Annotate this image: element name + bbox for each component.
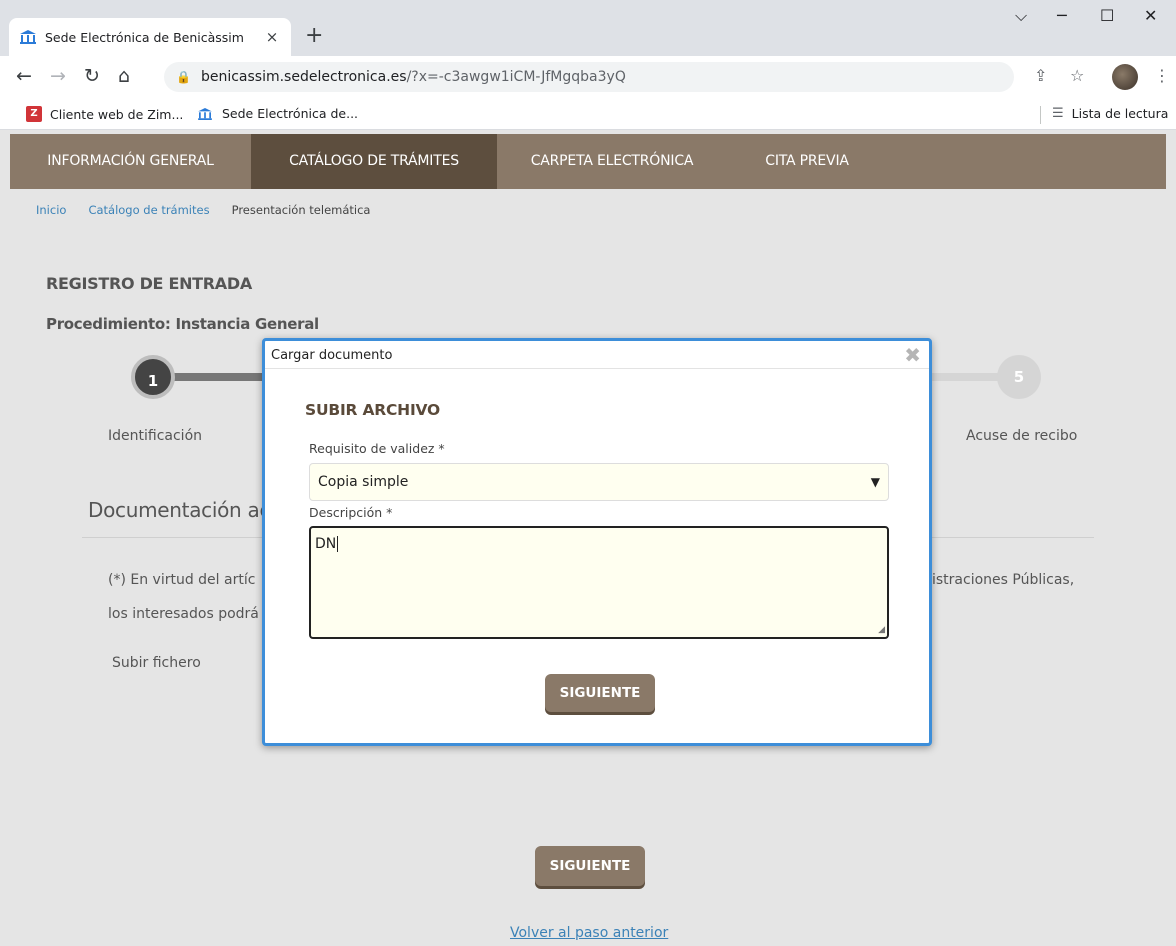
reading-list-button[interactable]: ☰ Lista de lectura	[1052, 106, 1168, 121]
new-tab-icon[interactable]: +	[305, 22, 323, 50]
step-1-circle: 1	[131, 355, 175, 399]
validity-selected-value: Copia simple	[318, 474, 409, 490]
resize-handle-icon[interactable]: ◢	[878, 625, 885, 635]
bookmarks-divider	[1040, 106, 1041, 124]
maximize-icon[interactable]: ☐	[1100, 6, 1114, 25]
share-icon[interactable]: ⇪	[1034, 66, 1047, 85]
legal-text-line1-end: istraciones Públicas,	[932, 572, 1075, 588]
address-bar[interactable]: 🔒 benicassim.sedelectronica.es/?x=-c3awg…	[164, 62, 1014, 92]
main-nav: INFORMACIÓN GENERAL CATÁLOGO DE TRÁMITES…	[10, 134, 1166, 189]
breadcrumb-inicio[interactable]: Inicio	[36, 203, 66, 217]
chevron-down-icon[interactable]: ⌵	[1015, 6, 1027, 26]
forward-arrow-icon[interactable]: →	[50, 64, 66, 88]
chevron-down-icon: ▼	[870, 475, 880, 489]
procedure-title: Procedimiento: Instancia General	[46, 315, 319, 333]
zimbra-icon: Z	[26, 106, 42, 122]
documentation-heading: Documentación ac	[88, 498, 271, 522]
dialog-title: Cargar documento	[271, 348, 393, 363]
reading-list-icon: ☰	[1052, 106, 1064, 121]
step-1-label: Identificación	[108, 428, 203, 444]
reading-list-label: Lista de lectura	[1071, 106, 1169, 121]
legal-text-line1: (*) En virtud del artíc	[108, 572, 256, 588]
kebab-menu-icon[interactable]: ⋮	[1154, 66, 1170, 85]
page-title: REGISTRO DE ENTRADA	[46, 274, 252, 293]
star-icon[interactable]: ☆	[1070, 66, 1084, 85]
step-5-label: Acuse de recibo	[966, 428, 1078, 444]
town-hall-icon	[20, 30, 36, 44]
description-value: DN	[315, 536, 337, 552]
url-path: /?x=-c3awgw1iCM-JfMgqba3yQ	[406, 69, 626, 85]
breadcrumb-current: Presentación telemática	[231, 203, 371, 217]
validity-select[interactable]: Copia simple ▼	[309, 463, 889, 501]
url-host: benicassim.sedelectronica.es	[200, 69, 407, 85]
bookmark-label: Sede Electrónica de...	[222, 106, 359, 121]
browser-tabstrip: Sede Electrónica de Benicàssim × + ⌵ ─ ☐…	[0, 0, 1176, 56]
back-arrow-icon[interactable]: ←	[16, 64, 32, 88]
profile-avatar[interactable]	[1112, 64, 1138, 90]
bookmarks-bar: Z Cliente web de Zim... Sede Electrónica…	[0, 98, 1176, 130]
nav-catalogo-tramites[interactable]: CATÁLOGO DE TRÁMITES	[251, 134, 497, 189]
town-hall-icon	[198, 107, 212, 120]
dialog-header: Cargar documento ✖	[265, 341, 929, 369]
breadcrumb: Inicio Catálogo de trámites Presentación t…	[36, 203, 392, 217]
breadcrumb-catalogo[interactable]: Catálogo de trámites	[88, 203, 209, 217]
upload-document-dialog: Cargar documento ✖ SUBIR ARCHIVO Requisi…	[262, 338, 932, 746]
browser-toolbar: ← → ↻ ⌂ 🔒 benicassim.sedelectronica.es/?…	[0, 56, 1176, 98]
back-link[interactable]: Volver al paso anterior	[510, 925, 668, 941]
bookmark-zimbra[interactable]: Z Cliente web de Zim...	[26, 106, 183, 122]
bookmark-label: Cliente web de Zim...	[50, 106, 184, 122]
next-button[interactable]: SIGUIENTE	[535, 846, 645, 886]
description-label: Descripción *	[309, 505, 393, 520]
close-icon[interactable]: ×	[263, 28, 281, 46]
nav-cita-previa[interactable]: CITA PREVIA	[727, 134, 887, 189]
tab-title: Sede Electrónica de Benicàssim	[45, 29, 244, 45]
reload-icon[interactable]: ↻	[84, 64, 100, 88]
description-textarea[interactable]: DN ◢	[309, 526, 889, 639]
stepper-line-done	[170, 373, 270, 381]
nav-informacion-general[interactable]: INFORMACIÓN GENERAL	[10, 134, 251, 189]
close-icon[interactable]: ✖	[904, 343, 921, 367]
dialog-next-button[interactable]: SIGUIENTE	[545, 674, 655, 712]
nav-carpeta-electronica[interactable]: CARPETA ELECTRÓNICA	[497, 134, 727, 189]
validity-label: Requisito de validez *	[309, 441, 445, 456]
upload-heading: SUBIR ARCHIVO	[305, 401, 441, 419]
minimize-icon[interactable]: ─	[1057, 6, 1067, 25]
window-close-icon[interactable]: ✕	[1144, 6, 1157, 25]
text-caret	[337, 536, 339, 552]
step-5-circle: 5	[997, 355, 1041, 399]
bookmark-sede[interactable]: Sede Electrónica de...	[196, 106, 358, 121]
browser-tab[interactable]: Sede Electrónica de Benicàssim ×	[9, 18, 291, 56]
legal-text-line2: los interesados podrá	[108, 606, 259, 622]
home-icon[interactable]: ⌂	[118, 64, 130, 88]
lock-icon: 🔒	[176, 70, 191, 84]
upload-file-label: Subir fichero	[112, 655, 201, 671]
